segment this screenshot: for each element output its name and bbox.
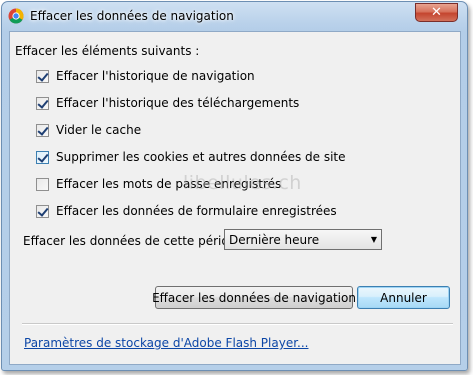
watermark: libellules.ch <box>183 172 302 194</box>
period-label: Effacer les données de cette période : <box>23 234 252 248</box>
checkbox-browsing-history[interactable] <box>36 69 49 83</box>
section-label: Effacer les éléments suivants : <box>15 44 200 58</box>
option-empty-cache[interactable]: Vider le cache <box>36 123 141 137</box>
option-label: Effacer l'historique de navigation <box>56 69 255 83</box>
flash-storage-link[interactable]: Paramètres de stockage d'Adobe Flash Pla… <box>24 336 308 350</box>
close-icon: ✕ <box>431 5 442 20</box>
checkbox-form-data[interactable] <box>36 204 49 218</box>
window-title: Effacer les données de navigation <box>30 9 234 23</box>
checkbox-passwords[interactable] <box>36 177 49 191</box>
chevron-down-icon: ▼ <box>370 235 378 244</box>
option-label: Effacer les données de formulaire enregi… <box>56 204 337 218</box>
checkbox-download-history[interactable] <box>36 96 49 110</box>
option-label: Supprimer les cookies et autres données … <box>56 150 346 164</box>
checkbox-empty-cache[interactable] <box>36 123 49 137</box>
checkbox-cookies[interactable] <box>36 150 49 164</box>
option-label: Effacer l'historique des téléchargements <box>56 96 300 110</box>
period-select-value: Dernière heure <box>229 232 320 247</box>
clear-data-button[interactable]: Effacer les données de navigation <box>152 286 356 309</box>
cancel-button[interactable]: Annuler <box>357 286 450 309</box>
close-button[interactable]: ✕ <box>415 3 458 22</box>
separator <box>22 323 453 325</box>
option-form-data[interactable]: Effacer les données de formulaire enregi… <box>36 204 337 218</box>
option-browsing-history[interactable]: Effacer l'historique de navigation <box>36 69 255 83</box>
period-select[interactable]: Dernière heure ▼ <box>224 229 382 250</box>
title-bar[interactable]: Effacer les données de navigation ✕ <box>2 2 467 30</box>
option-cookies[interactable]: Supprimer les cookies et autres données … <box>36 150 346 164</box>
option-label: Vider le cache <box>56 123 142 137</box>
chrome-icon <box>8 8 24 24</box>
option-download-history[interactable]: Effacer l'historique des téléchargements <box>36 96 299 110</box>
